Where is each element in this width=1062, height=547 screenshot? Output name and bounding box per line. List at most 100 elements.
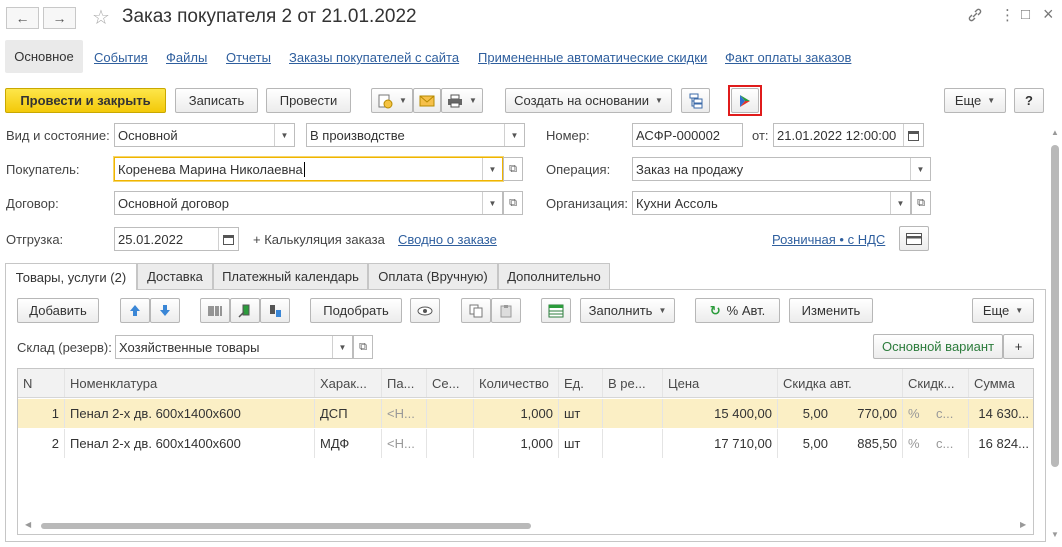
operation-select[interactable]: Заказ на продажу ▼ xyxy=(632,157,931,181)
tab-payment-manual[interactable]: Оплата (Вручную) xyxy=(368,263,498,289)
col-nomenclature[interactable]: Номенклатура xyxy=(65,369,315,397)
col-sum[interactable]: Сумма xyxy=(969,369,1033,397)
section-files[interactable]: Файлы xyxy=(166,50,207,65)
col-n[interactable]: N xyxy=(18,369,65,397)
number-input[interactable]: АСФР-000002 xyxy=(632,123,743,147)
close-icon[interactable]: × xyxy=(1043,4,1054,25)
section-events[interactable]: События xyxy=(94,50,148,65)
save-button[interactable]: Записать xyxy=(175,88,258,113)
horizontal-scroll-thumb[interactable] xyxy=(41,523,531,529)
main-variant-button[interactable]: Основной вариант xyxy=(873,334,1003,359)
scroll-left-icon[interactable]: ◀ xyxy=(25,520,31,529)
col-price[interactable]: Цена xyxy=(663,369,778,397)
help-button[interactable]: ? xyxy=(1014,88,1044,113)
open-buyer-icon[interactable]: ⧉ xyxy=(503,157,523,181)
tab-additional[interactable]: Дополнительно xyxy=(498,263,610,289)
chevron-down-icon[interactable]: ▼ xyxy=(482,158,502,180)
col-auto-discount[interactable]: Скидка авт. xyxy=(778,369,903,397)
contract-input[interactable]: Основной договор ▼ xyxy=(114,191,503,215)
scroll-up-icon[interactable]: ▲ xyxy=(1051,128,1059,137)
change-button[interactable]: Изменить xyxy=(789,298,873,323)
open-contract-icon[interactable]: ⧉ xyxy=(503,191,523,215)
back-button[interactable]: ← xyxy=(6,7,39,29)
scroll-down-icon[interactable]: ▼ xyxy=(1051,530,1059,539)
link-icon[interactable] xyxy=(967,7,983,27)
calendar-icon[interactable] xyxy=(903,124,923,146)
state-value: В производстве xyxy=(310,127,405,143)
more-button[interactable]: Еще ▼ xyxy=(944,88,1006,113)
col-series[interactable]: Се... xyxy=(427,369,474,397)
move-down-button[interactable] xyxy=(150,298,180,323)
state-select[interactable]: В производстве ▼ xyxy=(306,123,525,147)
chevron-down-icon[interactable]: ▼ xyxy=(504,124,524,146)
col-characteristic[interactable]: Харак... xyxy=(315,369,382,397)
calendar-icon[interactable] xyxy=(218,228,238,250)
view-button[interactable] xyxy=(410,298,440,323)
tab-payment-calendar[interactable]: Платежный календарь xyxy=(213,263,368,289)
buyer-input[interactable]: Коренева Марина Николаевна ▼ xyxy=(114,157,503,181)
price-type-link[interactable]: Розничная • с НДС xyxy=(772,232,885,247)
maximize-icon[interactable]: □ xyxy=(1021,6,1030,23)
add-variant-button[interactable]: + xyxy=(1003,334,1034,359)
horizontal-scrollbar[interactable]: ◀ ▶ xyxy=(17,519,1034,533)
copy-rows-button[interactable] xyxy=(461,298,491,323)
auto-discount-button[interactable]: ↻ % Авт. xyxy=(695,298,780,323)
favorite-star-icon[interactable]: ☆ xyxy=(92,5,110,30)
section-payment-fact[interactable]: Факт оплаты заказов xyxy=(725,50,851,65)
create-based-on-button[interactable]: Создать на основании ▼ xyxy=(505,88,672,113)
price-settings-button[interactable] xyxy=(899,226,929,251)
section-main[interactable]: Основное xyxy=(5,40,83,73)
data-terminal-button[interactable] xyxy=(230,298,260,323)
email-button[interactable] xyxy=(413,88,441,113)
col-unit[interactable]: Ед. xyxy=(559,369,603,397)
kind-select[interactable]: Основной ▼ xyxy=(114,123,295,147)
fill-button[interactable]: Заполнить ▼ xyxy=(580,298,675,323)
open-organization-icon[interactable]: ⧉ xyxy=(911,191,931,215)
chevron-down-icon[interactable]: ▼ xyxy=(332,336,352,358)
tab-goods[interactable]: Товары, услуги (2) xyxy=(5,263,137,290)
scales-button[interactable] xyxy=(260,298,290,323)
print-menu-button[interactable]: ▼ xyxy=(441,88,483,113)
post-and-close-button[interactable]: Провести и закрыть xyxy=(5,88,166,113)
table-more-button[interactable]: Еще ▼ xyxy=(972,298,1034,323)
col-batch[interactable]: Па... xyxy=(382,369,427,397)
warehouse-input[interactable]: Хозяйственные товары ▼ xyxy=(115,335,353,359)
documents-menu-button[interactable]: ▼ xyxy=(371,88,413,113)
calculation-toggle[interactable]: + Калькуляция заказа xyxy=(253,232,385,247)
tab-delivery[interactable]: Доставка xyxy=(137,263,213,289)
table-row[interactable]: 2 Пенал 2-х дв. 600х1400х600 МДФ <Н... 1… xyxy=(18,429,1033,458)
chevron-down-icon[interactable]: ▼ xyxy=(274,124,294,146)
barcode-button[interactable] xyxy=(200,298,230,323)
pick-button[interactable]: Подобрать xyxy=(310,298,402,323)
chevron-down-icon[interactable]: ▼ xyxy=(890,192,910,214)
col-reserve[interactable]: В ре... xyxy=(603,369,663,397)
date-input[interactable]: 21.01.2022 12:00:00 xyxy=(773,123,924,147)
table-row[interactable]: 1 Пенал 2-х дв. 600х1400х600 ДСП <Н... 1… xyxy=(18,399,1033,428)
add-row-button[interactable]: Добавить xyxy=(17,298,99,323)
open-warehouse-icon[interactable]: ⧉ xyxy=(353,335,373,359)
move-up-button[interactable] xyxy=(120,298,150,323)
chevron-down-icon[interactable]: ▼ xyxy=(482,192,502,214)
section-site-orders[interactable]: Заказы покупателей с сайта xyxy=(289,50,459,65)
section-auto-discounts[interactable]: Примененные автоматические скидки xyxy=(478,50,707,65)
shipment-date-input[interactable]: 25.01.2022 xyxy=(114,227,239,251)
order-summary-link[interactable]: Сводно о заказе xyxy=(398,232,497,247)
run-button[interactable] xyxy=(731,88,759,113)
refresh-icon: ↻ xyxy=(709,302,721,318)
scroll-right-icon[interactable]: ▶ xyxy=(1020,520,1026,529)
forward-button[interactable]: → xyxy=(43,7,76,29)
structure-button[interactable] xyxy=(681,88,710,113)
post-button[interactable]: Провести xyxy=(266,88,351,113)
col-quantity[interactable]: Количество xyxy=(474,369,559,397)
paste-rows-button[interactable] xyxy=(491,298,521,323)
more-vertical-icon[interactable]: ⋮ xyxy=(1000,6,1015,24)
organization-input[interactable]: Кухни Ассоль ▼ xyxy=(632,191,911,215)
col-discount[interactable]: Скидк... xyxy=(903,369,969,397)
chevron-down-icon[interactable]: ▼ xyxy=(910,158,930,180)
vertical-scroll-thumb[interactable] xyxy=(1051,145,1059,467)
table-settings-button[interactable] xyxy=(541,298,571,323)
goods-table[interactable]: N Номенклатура Харак... Па... Се... Коли… xyxy=(17,368,1034,535)
section-reports[interactable]: Отчеты xyxy=(226,50,271,65)
row-discount-sum: с... xyxy=(931,399,969,428)
organization-label: Организация: xyxy=(546,196,629,211)
